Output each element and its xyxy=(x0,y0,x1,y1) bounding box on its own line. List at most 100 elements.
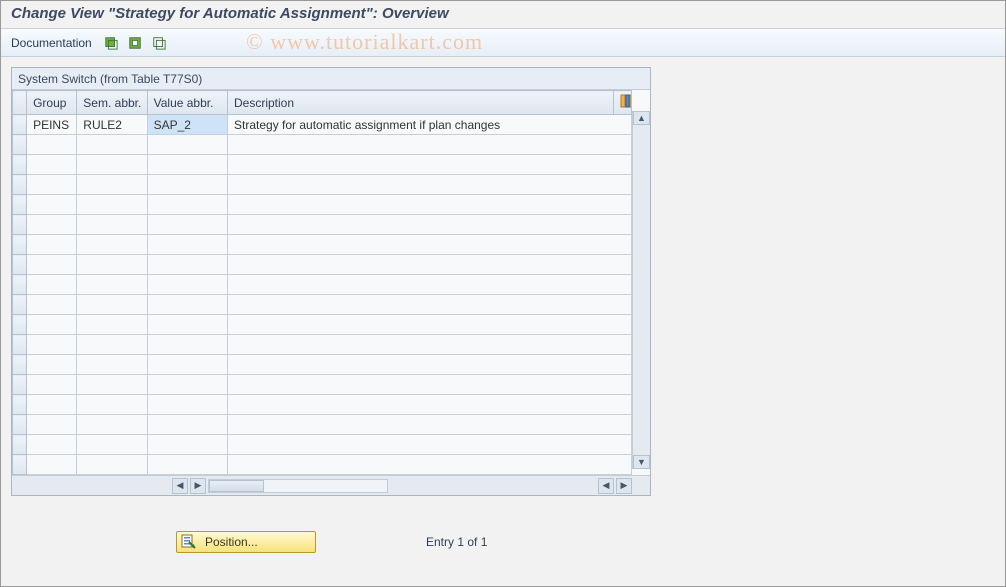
cell-value-abbr[interactable] xyxy=(147,135,227,155)
scroll-last-icon[interactable]: ▶ xyxy=(616,478,632,494)
cell-value-abbr[interactable] xyxy=(147,355,227,375)
cell-value-abbr[interactable] xyxy=(147,195,227,215)
cell-value-abbr[interactable] xyxy=(147,235,227,255)
row-marker[interactable] xyxy=(13,375,27,395)
table-row[interactable] xyxy=(13,355,632,375)
column-header-sem-abbr[interactable]: Sem. abbr. xyxy=(77,91,147,115)
hscroll-track[interactable] xyxy=(208,479,388,493)
cell-sem-abbr[interactable] xyxy=(77,335,147,355)
select-block-icon[interactable] xyxy=(126,34,144,52)
table-row[interactable] xyxy=(13,135,632,155)
cell-group[interactable] xyxy=(27,315,77,335)
cell-description[interactable] xyxy=(228,415,632,435)
cell-group[interactable] xyxy=(27,195,77,215)
cell-value-abbr[interactable] xyxy=(147,435,227,455)
table-row[interactable] xyxy=(13,275,632,295)
position-button[interactable]: Position... xyxy=(176,531,316,553)
table-row[interactable] xyxy=(13,195,632,215)
row-marker[interactable] xyxy=(13,115,27,135)
column-header-value-abbr[interactable]: Value abbr. xyxy=(147,91,227,115)
cell-value-abbr[interactable] xyxy=(147,275,227,295)
cell-sem-abbr[interactable] xyxy=(77,255,147,275)
row-marker[interactable] xyxy=(13,135,27,155)
cell-sem-abbr[interactable] xyxy=(77,215,147,235)
cell-group[interactable] xyxy=(27,395,77,415)
table-row[interactable] xyxy=(13,455,632,475)
table-row[interactable] xyxy=(13,175,632,195)
cell-sem-abbr[interactable] xyxy=(77,195,147,215)
cell-description[interactable] xyxy=(228,255,632,275)
row-marker[interactable] xyxy=(13,295,27,315)
cell-group[interactable] xyxy=(27,415,77,435)
row-marker[interactable] xyxy=(13,275,27,295)
table-row[interactable] xyxy=(13,335,632,355)
cell-group[interactable] xyxy=(27,255,77,275)
cell-description[interactable] xyxy=(228,315,632,335)
select-all-icon[interactable] xyxy=(102,34,120,52)
cell-value-abbr[interactable]: SAP_2 xyxy=(147,115,227,135)
cell-description[interactable] xyxy=(228,235,632,255)
cell-value-abbr[interactable] xyxy=(147,155,227,175)
row-marker[interactable] xyxy=(13,215,27,235)
cell-description[interactable] xyxy=(228,175,632,195)
scroll-left-icon[interactable]: ▶ xyxy=(190,478,206,494)
cell-description[interactable] xyxy=(228,335,632,355)
cell-group[interactable] xyxy=(27,175,77,195)
hscroll-thumb[interactable] xyxy=(209,480,264,492)
cell-sem-abbr[interactable] xyxy=(77,315,147,335)
cell-value-abbr[interactable] xyxy=(147,295,227,315)
cell-sem-abbr[interactable] xyxy=(77,355,147,375)
table-row[interactable] xyxy=(13,255,632,275)
cell-sem-abbr[interactable] xyxy=(77,375,147,395)
table-row[interactable] xyxy=(13,215,632,235)
cell-sem-abbr[interactable] xyxy=(77,295,147,315)
documentation-button[interactable]: Documentation xyxy=(11,36,92,50)
table-row[interactable] xyxy=(13,415,632,435)
cell-sem-abbr[interactable] xyxy=(77,435,147,455)
cell-sem-abbr[interactable] xyxy=(77,455,147,475)
deselect-all-icon[interactable] xyxy=(150,34,168,52)
cell-group[interactable] xyxy=(27,275,77,295)
cell-description[interactable] xyxy=(228,295,632,315)
cell-sem-abbr[interactable]: RULE2 xyxy=(77,115,147,135)
scroll-first-icon[interactable]: ◀ xyxy=(172,478,188,494)
cell-group[interactable] xyxy=(27,235,77,255)
scroll-right-icon[interactable]: ◀ xyxy=(598,478,614,494)
row-marker[interactable] xyxy=(13,415,27,435)
cell-description[interactable] xyxy=(228,395,632,415)
row-marker[interactable] xyxy=(13,315,27,335)
cell-group[interactable] xyxy=(27,295,77,315)
cell-group[interactable]: PEINS xyxy=(27,115,77,135)
cell-description[interactable] xyxy=(228,155,632,175)
table-row[interactable] xyxy=(13,435,632,455)
cell-description[interactable] xyxy=(228,215,632,235)
cell-value-abbr[interactable] xyxy=(147,455,227,475)
row-marker-header[interactable] xyxy=(13,91,27,115)
cell-sem-abbr[interactable] xyxy=(77,395,147,415)
table-config-button[interactable] xyxy=(613,91,631,115)
cell-group[interactable] xyxy=(27,215,77,235)
cell-sem-abbr[interactable] xyxy=(77,275,147,295)
column-header-group[interactable]: Group xyxy=(27,91,77,115)
cell-value-abbr[interactable] xyxy=(147,255,227,275)
cell-description[interactable] xyxy=(228,195,632,215)
cell-sem-abbr[interactable] xyxy=(77,415,147,435)
cell-group[interactable] xyxy=(27,375,77,395)
cell-group[interactable] xyxy=(27,355,77,375)
cell-value-abbr[interactable] xyxy=(147,335,227,355)
cell-description[interactable] xyxy=(228,375,632,395)
cell-value-abbr[interactable] xyxy=(147,215,227,235)
cell-value-abbr[interactable] xyxy=(147,315,227,335)
cell-value-abbr[interactable] xyxy=(147,375,227,395)
cell-description[interactable] xyxy=(228,435,632,455)
table-row[interactable] xyxy=(13,295,632,315)
row-marker[interactable] xyxy=(13,355,27,375)
cell-sem-abbr[interactable] xyxy=(77,175,147,195)
table-row[interactable] xyxy=(13,315,632,335)
cell-group[interactable] xyxy=(27,435,77,455)
cell-sem-abbr[interactable] xyxy=(77,155,147,175)
cell-value-abbr[interactable] xyxy=(147,175,227,195)
row-marker[interactable] xyxy=(13,455,27,475)
row-marker[interactable] xyxy=(13,335,27,355)
vertical-scrollbar[interactable]: ▲ ▼ xyxy=(632,111,650,469)
